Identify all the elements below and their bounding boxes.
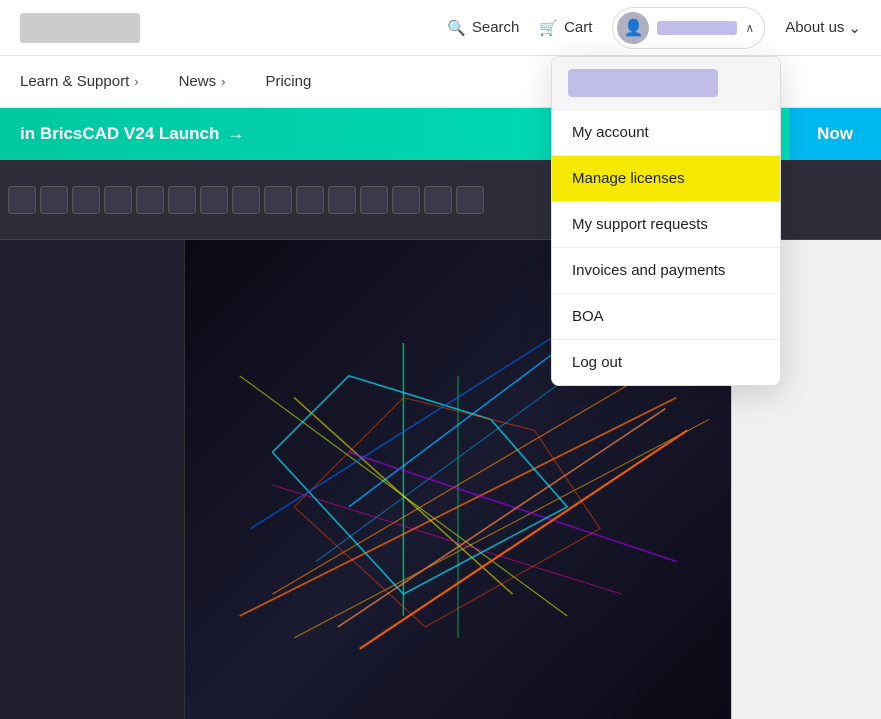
toolbar-button[interactable]	[200, 186, 228, 214]
dropdown-header	[552, 57, 780, 110]
dropdown-invoices[interactable]: Invoices and payments	[552, 248, 780, 294]
toolbar-button[interactable]	[392, 186, 420, 214]
logo	[20, 13, 140, 43]
toolbar-button[interactable]	[424, 186, 452, 214]
pricing-label: Pricing	[265, 73, 311, 90]
top-nav-right: 🔍 Search 🛒 Cart 👤 ∧ About us ⌄	[447, 7, 861, 49]
dropdown-logout[interactable]: Log out	[552, 340, 780, 385]
user-menu-trigger[interactable]: 👤 ∧	[612, 7, 765, 49]
toolbar-button[interactable]	[232, 186, 260, 214]
banner-text-content: in BricsCAD V24 Launch →	[20, 124, 244, 144]
pricing-nav-item[interactable]: Pricing	[265, 73, 311, 90]
learn-support-arrow-icon: ›	[134, 74, 138, 89]
bricscad-left-panel	[0, 240, 185, 719]
search-label: Search	[472, 19, 520, 36]
toolbar-button[interactable]	[40, 186, 68, 214]
top-navigation: 🔍 Search 🛒 Cart 👤 ∧ About us ⌄	[0, 0, 881, 56]
news-label: News	[179, 73, 217, 90]
toolbar-button[interactable]	[104, 186, 132, 214]
toolbar-button[interactable]	[72, 186, 100, 214]
toolbar-button[interactable]	[264, 186, 292, 214]
user-dropdown-menu: My account Manage licenses My support re…	[551, 56, 781, 386]
banner-arrow-icon: →	[227, 124, 244, 144]
dropdown-username-bar	[568, 69, 718, 97]
news-nav-item[interactable]: News ›	[179, 73, 226, 90]
dropdown-my-support[interactable]: My support requests	[552, 202, 780, 248]
about-chevron-icon: ⌄	[848, 19, 861, 37]
toolbar-button[interactable]	[136, 186, 164, 214]
logo-area	[20, 13, 140, 43]
toolbar-button[interactable]	[168, 186, 196, 214]
about-nav-item[interactable]: About us ⌄	[785, 19, 861, 37]
toolbar-button[interactable]	[328, 186, 356, 214]
learn-support-label: Learn & Support	[20, 73, 129, 90]
search-nav-item[interactable]: 🔍 Search	[447, 19, 519, 37]
banner-text: in BricsCAD V24 Launch	[20, 124, 219, 144]
user-name-bar	[657, 21, 737, 35]
cart-nav-item[interactable]: 🛒 Cart	[539, 19, 592, 37]
news-arrow-icon: ›	[221, 74, 225, 89]
search-icon: 🔍	[447, 19, 466, 37]
toolbar-button[interactable]	[456, 186, 484, 214]
chevron-up-icon: ∧	[745, 21, 754, 35]
user-icon: 👤	[623, 18, 643, 38]
cart-icon: 🛒	[539, 19, 558, 37]
learn-support-nav-item[interactable]: Learn & Support ›	[20, 73, 139, 90]
dropdown-my-account[interactable]: My account	[552, 110, 780, 156]
try-now-button[interactable]: Now	[789, 108, 881, 160]
cart-label: Cart	[564, 19, 592, 36]
dropdown-boa[interactable]: BOA	[552, 294, 780, 340]
toolbar-button[interactable]	[360, 186, 388, 214]
about-label: About us	[785, 19, 844, 36]
toolbar-button[interactable]	[296, 186, 324, 214]
dropdown-manage-licenses[interactable]: Manage licenses	[552, 156, 780, 202]
user-avatar: 👤	[617, 12, 649, 44]
toolbar-button[interactable]	[8, 186, 36, 214]
